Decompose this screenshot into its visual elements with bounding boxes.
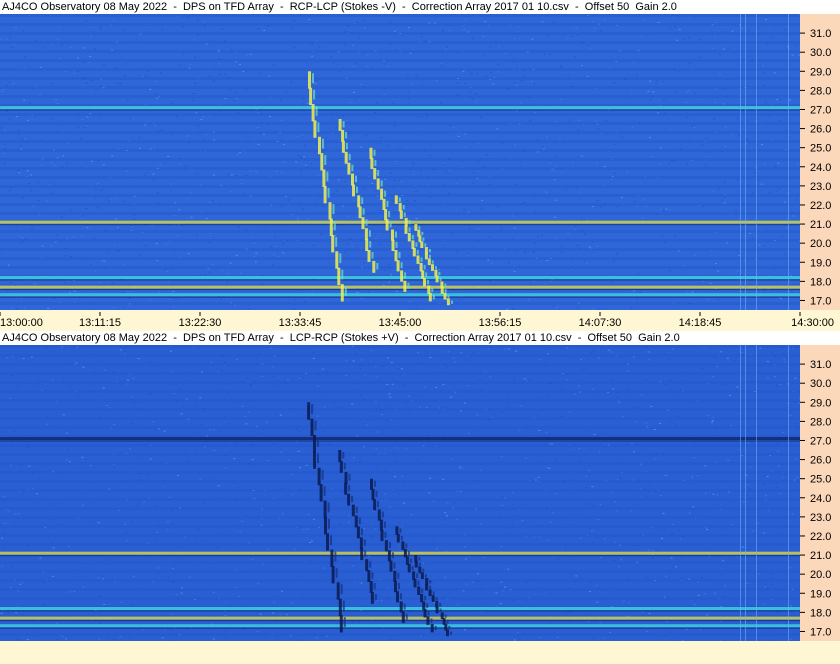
interference-band: [0, 293, 800, 297]
x-tick-label: 13:33:45: [279, 317, 322, 329]
y-tick-label: 23.0: [810, 512, 831, 524]
y-tick-label: 30.0: [810, 47, 831, 59]
y-tick-label: 30.0: [810, 378, 831, 390]
y-tick-label: 25.0: [810, 143, 831, 155]
x-tick-label: 13:11:15: [79, 317, 121, 329]
y-tick-label: 22.0: [810, 531, 831, 543]
spectrogram-canvas-bottom: [0, 345, 800, 641]
y-tick-label: 26.0: [810, 455, 831, 467]
y-tick-label: 28.0: [810, 85, 831, 97]
interference-band: [0, 106, 800, 110]
frequency-axis-top: 17.0 18.0 19.0 20.0 21.0 22.0 23.0 24.0 25.0 26.0…: [800, 14, 840, 310]
frequency-axis-svg-bottom: 17.0 18.0 19.0 20.0 21.0 22.0 23.0 24.0 25.0 26.0…: [800, 359, 831, 639]
y-tick-label: 27.0: [810, 436, 831, 448]
panel-title-top: AJ4CO Observatory 08 May 2022 - DPS on T…: [0, 0, 840, 14]
x-tick-label: 13:00:00: [0, 317, 43, 329]
time-axis: 13:00:00 13:11:15 13:22:30 13:33:45 13:45:00…: [0, 312, 840, 330]
y-tick-label: 26.0: [810, 124, 831, 136]
spectrogram-panel-bottom: AJ4CO Observatory 08 May 2022 - DPS on T…: [0, 331, 840, 641]
time-axis-svg: 13:00:00 13:11:15 13:22:30 13:33:45 13:45:00…: [0, 312, 834, 329]
y-tick-label: 18.0: [810, 607, 831, 619]
x-tick-label: 14:18:45: [679, 317, 722, 329]
y-tick-label: 25.0: [810, 474, 831, 486]
spectrogram-canvas-top: [0, 14, 800, 310]
y-tick-label: 17.0: [810, 627, 831, 639]
panel-title-bottom: AJ4CO Observatory 08 May 2022 - DPS on T…: [0, 331, 840, 345]
y-tick-label: 17.0: [810, 296, 831, 308]
spectrogram-background: [0, 14, 800, 310]
y-tick-label: 31.0: [810, 359, 831, 371]
y-tick-label: 29.0: [810, 66, 831, 78]
spectrogram-plot-top: [0, 14, 800, 310]
interference-band: [0, 551, 800, 555]
y-tick-label: 27.0: [810, 105, 831, 117]
y-tick-label: 31.0: [810, 28, 831, 40]
frequency-axis-bottom: 17.0 18.0 19.0 20.0 21.0 22.0 23.0 24.0 25.0 26.0…: [800, 345, 840, 641]
x-tick-label: 13:56:15: [479, 317, 522, 329]
y-tick-label: 22.0: [810, 200, 831, 212]
y-tick-label: 23.0: [810, 181, 831, 193]
y-tick-label: 29.0: [810, 397, 831, 409]
x-tick-label: 13:22:30: [179, 317, 222, 329]
y-tick-label: 28.0: [810, 416, 831, 428]
frequency-axis-svg-top: 17.0 18.0 19.0 20.0 21.0 22.0 23.0 24.0 25.0 26.0…: [800, 28, 831, 308]
spectrogram-panel-top: AJ4CO Observatory 08 May 2022 - DPS on T…: [0, 0, 840, 310]
interference-band: [0, 437, 800, 441]
interference-band: [0, 220, 800, 224]
x-tick-label: 13:45:00: [379, 317, 422, 329]
y-tick-label: 21.0: [810, 550, 831, 562]
y-tick-label: 18.0: [810, 276, 831, 288]
y-tick-label: 21.0: [810, 219, 831, 231]
y-tick-label: 24.0: [810, 162, 831, 174]
y-tick-label: 24.0: [810, 493, 831, 505]
interference-band: [0, 285, 800, 289]
y-tick-label: 20.0: [810, 238, 831, 250]
y-tick-label: 19.0: [810, 588, 831, 600]
interference-band: [0, 616, 800, 620]
spectrogram-plot-bottom: [0, 345, 800, 641]
interference-band: [0, 276, 800, 279]
x-tick-label: 14:07:30: [579, 317, 622, 329]
y-tick-label: 19.0: [810, 257, 831, 269]
interference-band: [0, 624, 800, 628]
y-tick-label: 20.0: [810, 569, 831, 581]
x-tick-label: 14:30:00: [791, 317, 834, 329]
